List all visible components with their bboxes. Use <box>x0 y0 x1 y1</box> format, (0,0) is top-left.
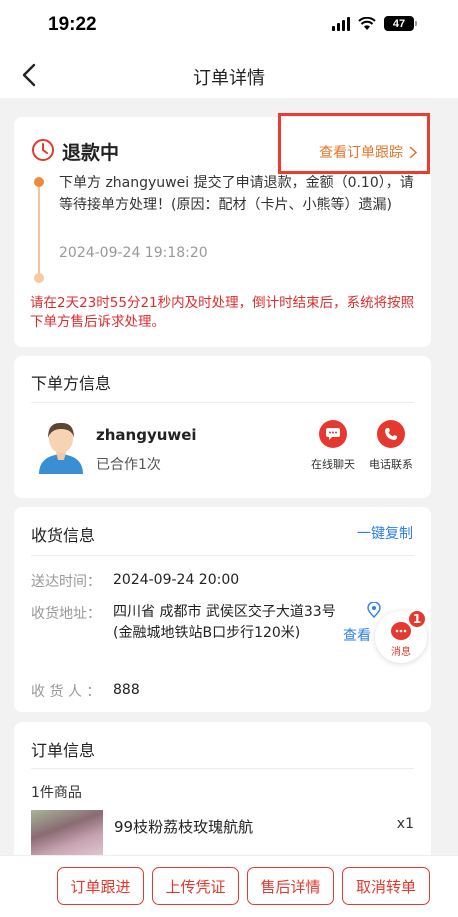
phone-contact-button[interactable]: 电话联系 <box>361 420 421 472</box>
cancel-transfer-button[interactable]: 取消转单 <box>342 867 430 905</box>
avatar <box>39 422 83 474</box>
status-bar: 19:22 47 <box>0 0 458 52</box>
nav-bar: 订单详情 <box>0 52 458 98</box>
buyer-name: zhangyuwei <box>96 426 197 444</box>
phone-icon <box>377 420 405 448</box>
phone-contact-label: 电话联系 <box>369 458 413 471</box>
message-label: 消息 <box>391 647 411 658</box>
refund-deadline-warning: 请在2天23时55分21秒内及时处理，倒计时结束后，系统将按照下单方售后诉求处理… <box>30 295 415 330</box>
section-title-delivery: 收货信息 <box>31 526 96 545</box>
copy-all-button[interactable]: 一键复制 <box>357 523 413 543</box>
status-icons: 47 <box>332 16 417 31</box>
signal-icon <box>332 16 350 31</box>
unread-badge: 1 <box>407 609 427 629</box>
wifi-icon <box>358 16 376 30</box>
address-value: 四川省 成都市 武侯区交子大道33号(金融城地铁站B口步行120米) <box>113 604 336 641</box>
product-name: 99枝粉荔枝玫瑰航航 <box>114 818 254 836</box>
delivery-info-card: 收货信息 一键复制 送达时间： 2024-09-24 20:00 收货地址： 四… <box>14 507 431 712</box>
refund-log-time: 2024-09-24 19:18:20 <box>59 245 208 261</box>
upload-proof-button[interactable]: 上传凭证 <box>152 867 239 905</box>
section-title-order: 订单信息 <box>31 741 96 760</box>
divider <box>31 402 414 403</box>
section-title-buyer: 下单方信息 <box>31 374 112 393</box>
timeline-dot <box>34 177 44 187</box>
highlight-annotation-box <box>278 113 430 174</box>
buyer-info-card: 下单方信息 zhangyuwei 已合作1次 在线聊天 电话联系 <box>14 356 431 498</box>
status-time: 19:22 <box>48 14 97 35</box>
online-chat-label: 在线聊天 <box>311 458 355 471</box>
online-chat-button[interactable]: 在线聊天 <box>303 420 363 472</box>
bottom-action-bar: 订单跟进 上传凭证 售后详情 取消转单 <box>0 855 458 917</box>
divider <box>31 555 414 556</box>
after-sales-detail-button[interactable]: 售后详情 <box>247 867 334 905</box>
message-float-button[interactable]: 1 消息 <box>375 609 427 663</box>
delivery-time-label: 送达时间： <box>31 574 101 590</box>
timeline-dot-end <box>34 273 44 283</box>
view-map-link[interactable]: 查看 <box>343 625 371 645</box>
receiver-value: 888 <box>113 682 140 698</box>
page-title: 订单详情 <box>193 68 265 89</box>
cooperation-count: 已合作1次 <box>96 457 161 473</box>
chat-icon <box>319 420 347 448</box>
location-pin-icon <box>367 602 381 618</box>
battery-icon: 47 <box>384 16 417 31</box>
item-count: 1件商品 <box>31 785 82 801</box>
timeline-line <box>38 181 40 277</box>
address-label: 收货地址： <box>31 606 101 622</box>
order-follow-up-button[interactable]: 订单跟进 <box>57 867 144 905</box>
order-info-card: 订单信息 1件商品 99枝粉荔枝玫瑰航航 x1 <box>14 722 431 872</box>
product-quantity: x1 <box>396 816 414 832</box>
delivery-time-value: 2024-09-24 20:00 <box>113 572 240 588</box>
refund-log-text: 下单方 zhangyuwei 提交了申请退款，金额（0.10），请等待接单方处理… <box>59 175 414 213</box>
refund-status-label: 退款中 <box>62 142 120 164</box>
clock-icon <box>32 139 54 161</box>
receiver-label: 收 货 人 ： <box>31 684 101 700</box>
divider <box>31 768 414 769</box>
